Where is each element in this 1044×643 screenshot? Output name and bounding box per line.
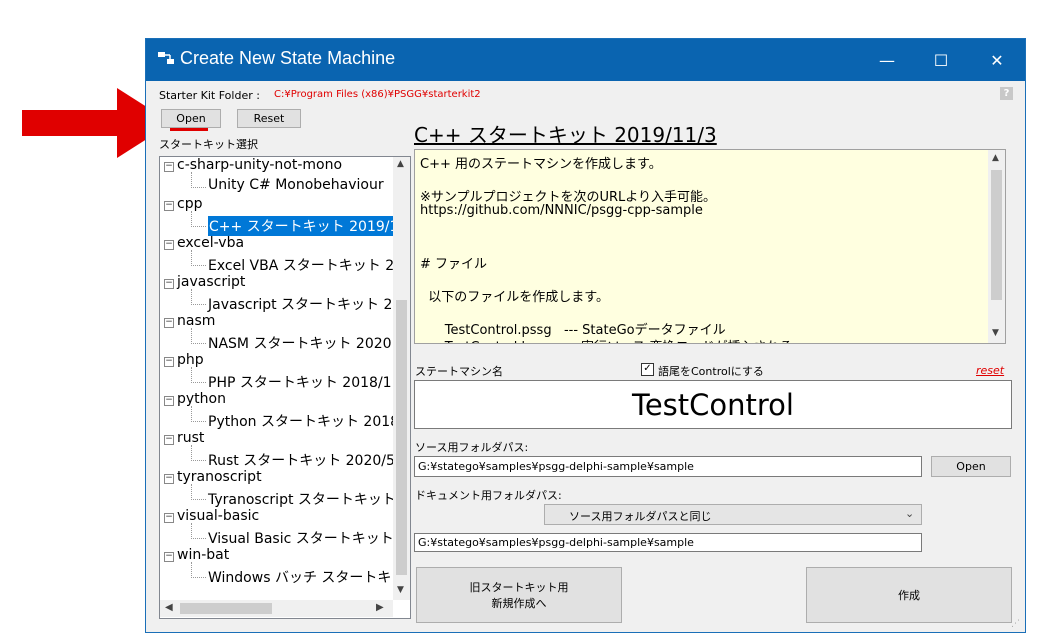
tree-connector [191, 406, 206, 422]
tree-item[interactable]: Rust スタートキット 2020/5 [208, 450, 395, 470]
tree-connector [191, 172, 206, 188]
tree-expander-icon[interactable]: − [164, 357, 174, 367]
reset-link[interactable]: reset [976, 364, 1004, 377]
source-folder-input[interactable]: G:¥statego¥samples¥psgg-delphi-sample¥sa… [414, 456, 922, 477]
tree-expander-icon[interactable]: − [164, 513, 174, 523]
tree-category[interactable]: rust [177, 430, 204, 446]
resize-grip-icon[interactable]: ⋰ [1011, 619, 1020, 629]
tree-label: スタートキット選択 [159, 138, 258, 151]
tree-expander-icon[interactable]: − [164, 201, 174, 211]
control-suffix-checkbox[interactable]: ✓ [641, 363, 654, 376]
old-kit-button[interactable]: 旧スタートキット用 新規作成へ [416, 567, 622, 623]
scroll-right-icon[interactable]: ▶ [376, 602, 384, 613]
tree-expander-icon[interactable]: − [164, 396, 174, 406]
doc-folder-select[interactable]: ソース用フォルダパスと同じ ⌄ [544, 504, 922, 525]
scroll-up-icon[interactable]: ▲ [397, 159, 404, 169]
create-state-machine-window: Create New State Machine — ☐ ✕ Starter K… [145, 38, 1026, 633]
tree-item[interactable]: Tyranoscript スタートキット [208, 489, 396, 509]
description-line: C++ 用のステートマシンを作成します。 [420, 157, 662, 172]
tree-category[interactable]: tyranoscript [177, 469, 262, 485]
tree-item[interactable]: NASM スタートキット 2020 [208, 333, 392, 353]
doc-folder-label: ドキュメント用フォルダパス: [415, 489, 562, 502]
scroll-left-icon[interactable]: ◀ [165, 602, 173, 613]
tree-vertical-scroll-thumb[interactable] [396, 300, 407, 575]
tree-connector [191, 562, 206, 578]
maximize-button[interactable]: ☐ [918, 39, 964, 81]
starter-kit-folder-path: C:¥Program Files (x86)¥PSGG¥starterkit2 [274, 89, 481, 100]
old-kit-button-line1: 旧スタートキット用 [469, 581, 569, 594]
tree-expander-icon[interactable]: − [164, 279, 174, 289]
tree-connector [191, 250, 206, 266]
scroll-down-icon[interactable]: ▼ [397, 585, 404, 595]
tree-connector [191, 484, 206, 500]
open-underline-annotation [170, 128, 208, 131]
minimize-button[interactable]: — [864, 39, 910, 81]
tree-connector [191, 367, 206, 383]
tree-item[interactable]: PHP スタートキット 2018/1 [208, 372, 392, 392]
tree-vertical-scrollbar[interactable]: ▲ ▼ [393, 157, 410, 600]
source-folder-label: ソース用フォルダパス: [415, 441, 529, 454]
kit-description[interactable]: C++ 用のステートマシンを作成します。 ※サンプルプロジェクトを次のURLより入… [414, 149, 1006, 344]
state-machine-label: ステートマシン名 [415, 365, 503, 378]
description-scrollbar[interactable]: ▲ ▼ [988, 150, 1005, 343]
tree-category[interactable]: php [177, 352, 204, 368]
tree-connector [191, 445, 206, 461]
tree-item[interactable]: Excel VBA スタートキット 2 [208, 255, 394, 275]
app-icon [158, 52, 174, 64]
window-title: Create New State Machine [180, 48, 396, 68]
tree-item[interactable]: Javascript スタートキット 2 [208, 294, 392, 314]
tree-connector [191, 523, 206, 539]
tree-item[interactable]: Visual Basic スタートキット [208, 528, 394, 548]
tree-item[interactable]: Windows バッチ スタートキッ [208, 567, 405, 587]
description-line: 以下のファイルを作成します。 [420, 289, 609, 305]
tree-connector [191, 328, 206, 344]
close-button[interactable]: ✕ [974, 39, 1020, 81]
source-folder-open-button[interactable]: Open [931, 456, 1011, 477]
tree-expander-icon[interactable]: − [164, 318, 174, 328]
doc-folder-input[interactable]: G:¥statego¥samples¥psgg-delphi-sample¥sa… [414, 533, 922, 552]
tree-expander-icon[interactable]: − [164, 240, 174, 250]
desc-scroll-up-icon[interactable]: ▲ [992, 153, 999, 163]
chevron-down-icon: ⌄ [905, 507, 915, 520]
title-bar[interactable]: Create New State Machine — ☐ ✕ [146, 39, 1025, 81]
tree-category[interactable]: javascript [177, 274, 245, 290]
tree-category[interactable]: visual-basic [177, 508, 259, 524]
tree-category[interactable]: nasm [177, 313, 215, 329]
old-kit-button-line2: 新規作成へ [491, 597, 547, 610]
tree-connector [191, 289, 206, 305]
tree-item[interactable]: C++ スタートキット 2019/11/3 [208, 215, 410, 236]
description-line: # ファイル [420, 256, 488, 272]
state-machine-name-input[interactable]: TestControl [414, 380, 1012, 429]
tree-category[interactable]: cpp [177, 196, 202, 212]
reset-button[interactable]: Reset [237, 109, 301, 128]
control-suffix-label: 語尾をControlにする [658, 365, 764, 378]
tree-connector [191, 211, 206, 227]
desc-scroll-thumb[interactable] [991, 170, 1002, 300]
desc-scroll-down-icon[interactable]: ▼ [992, 328, 999, 338]
tree-expander-icon[interactable]: − [164, 435, 174, 445]
create-button[interactable]: 作成 [806, 567, 1012, 623]
tree-category[interactable]: python [177, 391, 226, 407]
tree-item[interactable]: Python スタートキット 2018 [208, 411, 399, 431]
open-button[interactable]: Open [161, 109, 221, 128]
tree-expander-icon[interactable]: − [164, 162, 174, 172]
tree-horizontal-scroll-thumb[interactable] [180, 603, 272, 614]
kit-title: C++ スタートキット 2019/11/3 [414, 123, 717, 147]
tree-horizontal-scrollbar[interactable]: ◀ ▶ [160, 600, 393, 617]
tree-category[interactable]: win-bat [177, 547, 229, 563]
description-line: TestControl.hpp --- 実行ソース 変換コードが挿入される [420, 336, 793, 343]
starter-kit-tree[interactable]: − c-sharp-unity-not-mono Unity C# Monobeha… [159, 156, 411, 619]
tree-category[interactable]: excel-vba [177, 235, 244, 251]
tree-expander-icon[interactable]: − [164, 474, 174, 484]
tree-item[interactable]: Unity C# Monobehaviour [208, 177, 384, 193]
starter-kit-folder-label: Starter Kit Folder : [159, 89, 260, 102]
help-icon[interactable]: ? [1000, 87, 1013, 100]
doc-folder-select-value: ソース用フォルダパスと同じ [569, 510, 712, 523]
tree-expander-icon[interactable]: − [164, 552, 174, 562]
description-line: https://github.com/NNNIC/psgg-cpp-sample [420, 202, 703, 218]
tree-category[interactable]: c-sharp-unity-not-mono [177, 157, 342, 173]
